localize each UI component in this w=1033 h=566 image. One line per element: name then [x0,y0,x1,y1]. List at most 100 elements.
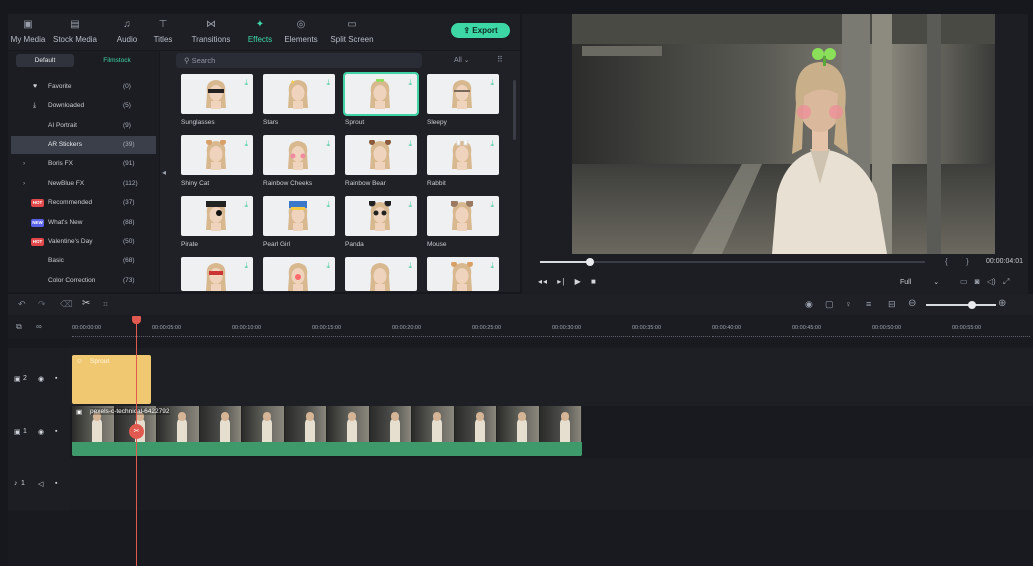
lock-icon[interactable]: ▪ [55,480,57,487]
timeline-ruler[interactable]: 00:00:00:00 00:00:05:00 00:00:10:00 00:00:1… [70,315,1033,339]
segment-default[interactable]: Default [16,54,74,67]
download-icon[interactable]: ⤓ [408,200,412,210]
effect-card[interactable]: ⤓ [343,72,419,116]
filter-dropdown[interactable]: All ⌄ [454,56,470,64]
effect-card[interactable]: ⤓ [345,196,417,236]
download-icon[interactable]: ⤓ [244,139,248,149]
effect-card[interactable]: ⤓ [345,257,417,291]
download-icon[interactable]: ⤓ [490,78,494,88]
download-icon[interactable]: ⤓ [326,261,330,271]
playhead-handle[interactable] [132,316,141,324]
tab-audio[interactable]: ♫ Audio [112,14,142,50]
add-track-icon[interactable]: ⧉ [16,322,22,332]
tab-stock-media[interactable]: ▤ Stock Media [50,14,100,50]
effect-card[interactable]: ⤓ [263,135,335,175]
download-icon[interactable]: ⤓ [490,200,494,210]
category-basic[interactable]: Basic (68) [11,252,156,270]
grid-view-icon[interactable]: ⠿ [497,55,503,64]
download-icon[interactable]: ⤓ [326,139,330,149]
playhead-knob[interactable] [586,258,595,266]
sticker-clip[interactable]: ☺ Sprout [72,355,151,404]
redo-icon[interactable]: ↷ [38,299,46,310]
eye-icon[interactable]: ◉ [38,428,44,436]
timeline-playhead[interactable] [136,318,137,566]
collapse-panel-icon[interactable]: ◂ [162,168,166,177]
video-clip[interactable]: ▣ pexels-c-technical-6422792 [72,406,582,456]
download-icon[interactable]: ⤓ [326,78,330,88]
quality-select[interactable]: Full ⌄ [900,278,939,286]
playback-progress[interactable] [540,258,925,266]
category-whats-new[interactable]: NEW What's New (88) [11,214,156,232]
effect-card[interactable]: ⤓ [181,135,253,175]
caption-icon[interactable]: ⊟ [888,299,896,310]
download-icon[interactable]: ⤓ [408,78,412,88]
category-boris-fx[interactable]: › Boris FX (91) [11,155,156,173]
snapshot-icon[interactable]: ◙ [975,277,980,286]
lock-icon[interactable]: ▪ [55,375,57,382]
audio-mix-icon[interactable]: ≡ [866,299,871,309]
mark-in-icon[interactable]: { [945,257,948,266]
download-icon[interactable]: ⤓ [244,78,248,88]
segment-filmstock[interactable]: Filmstock [88,54,146,67]
grid-scrollbar[interactable] [513,80,516,140]
eye-icon[interactable]: ◉ [38,375,44,383]
lock-icon[interactable]: ▪ [55,428,57,435]
effect-card[interactable]: ⤓ [427,74,499,114]
effect-card[interactable]: ⤓ [427,135,499,175]
category-valentines-day[interactable]: HOT Valentine's Day (50) [11,233,156,251]
category-ai-portrait[interactable]: AI Portrait (9) [11,117,156,135]
download-icon[interactable]: ⤓ [490,139,494,149]
category-recommended[interactable]: HOT Recommended (37) [11,194,156,212]
tab-elements[interactable]: ◎ Elements [282,14,320,50]
category-favorite[interactable]: ♥ Favorite (0) [11,78,156,96]
effect-card[interactable]: ⤓ [427,257,499,291]
download-icon[interactable]: ⤓ [326,200,330,210]
crop-icon[interactable]: ⌗ [103,299,108,310]
download-icon[interactable]: ⤓ [408,139,412,149]
search-input[interactable]: ⚲ Search [176,53,422,68]
download-icon[interactable]: ⤓ [244,261,248,271]
category-color-correction[interactable]: Color Correction (73) [11,272,156,290]
tab-split-screen[interactable]: ▭ Split Screen [326,14,378,50]
scissors-icon[interactable]: ✂ [82,298,90,309]
tab-titles[interactable]: ⊤ Titles [148,14,178,50]
tab-transitions[interactable]: ⋈ Transitions [186,14,236,50]
effect-card[interactable]: ⤓ [181,74,253,114]
download-icon[interactable]: ⤓ [408,261,412,271]
zoom-slider[interactable] [926,301,996,309]
category-newblue-fx[interactable]: › NewBlue FX (112) [11,175,156,193]
play-frame-icon[interactable]: ▸| [557,277,565,286]
effect-card[interactable]: ⤓ [181,196,253,236]
play-icon[interactable]: ▶ [575,277,582,286]
tab-my-media[interactable]: ▣ My Media [10,14,46,50]
category-downloaded[interactable]: ⤓ Downloaded (5) [11,97,156,115]
mark-out-icon[interactable]: } [966,257,969,266]
zoom-slider-knob[interactable] [968,301,976,309]
zoom-out-icon[interactable]: ⊖ [908,298,916,309]
step-back-icon[interactable]: ◂◂ [538,277,548,286]
display-icon[interactable]: ▭ [960,277,968,286]
zoom-in-icon[interactable]: ⊕ [998,298,1006,309]
stop-icon[interactable]: ■ [591,277,597,286]
delete-icon[interactable]: ⌫ [60,299,73,310]
download-icon[interactable]: ⤓ [490,261,494,271]
mic-icon[interactable]: ♀ [845,299,852,309]
link-icon[interactable]: ∞ [36,322,42,331]
category-ar-stickers[interactable]: AR Stickers (39) [11,136,156,154]
render-icon[interactable]: ◉ [805,299,813,310]
volume-icon[interactable]: ◁) [987,277,996,286]
effect-card[interactable]: ⤓ [181,257,253,291]
effect-card[interactable]: ★ ⤓ [263,74,335,114]
effect-card[interactable]: ⤓ [263,257,335,291]
split-scissors-icon[interactable]: ✂ [129,424,144,439]
speaker-icon[interactable]: ◁ [38,480,43,488]
effect-card[interactable]: ⤓ [427,196,499,236]
export-button[interactable]: ⇪ Export [451,23,510,38]
marker-icon[interactable]: ▢ [825,299,834,310]
effect-card[interactable]: ⤓ [263,196,335,236]
undo-icon[interactable]: ↶ [18,299,26,310]
effect-card[interactable]: ⤓ [345,135,417,175]
tab-effects[interactable]: ✦ Effects [242,14,278,50]
download-icon[interactable]: ⤓ [244,200,248,210]
fullscreen-icon[interactable]: ⤢ [1003,277,1009,286]
